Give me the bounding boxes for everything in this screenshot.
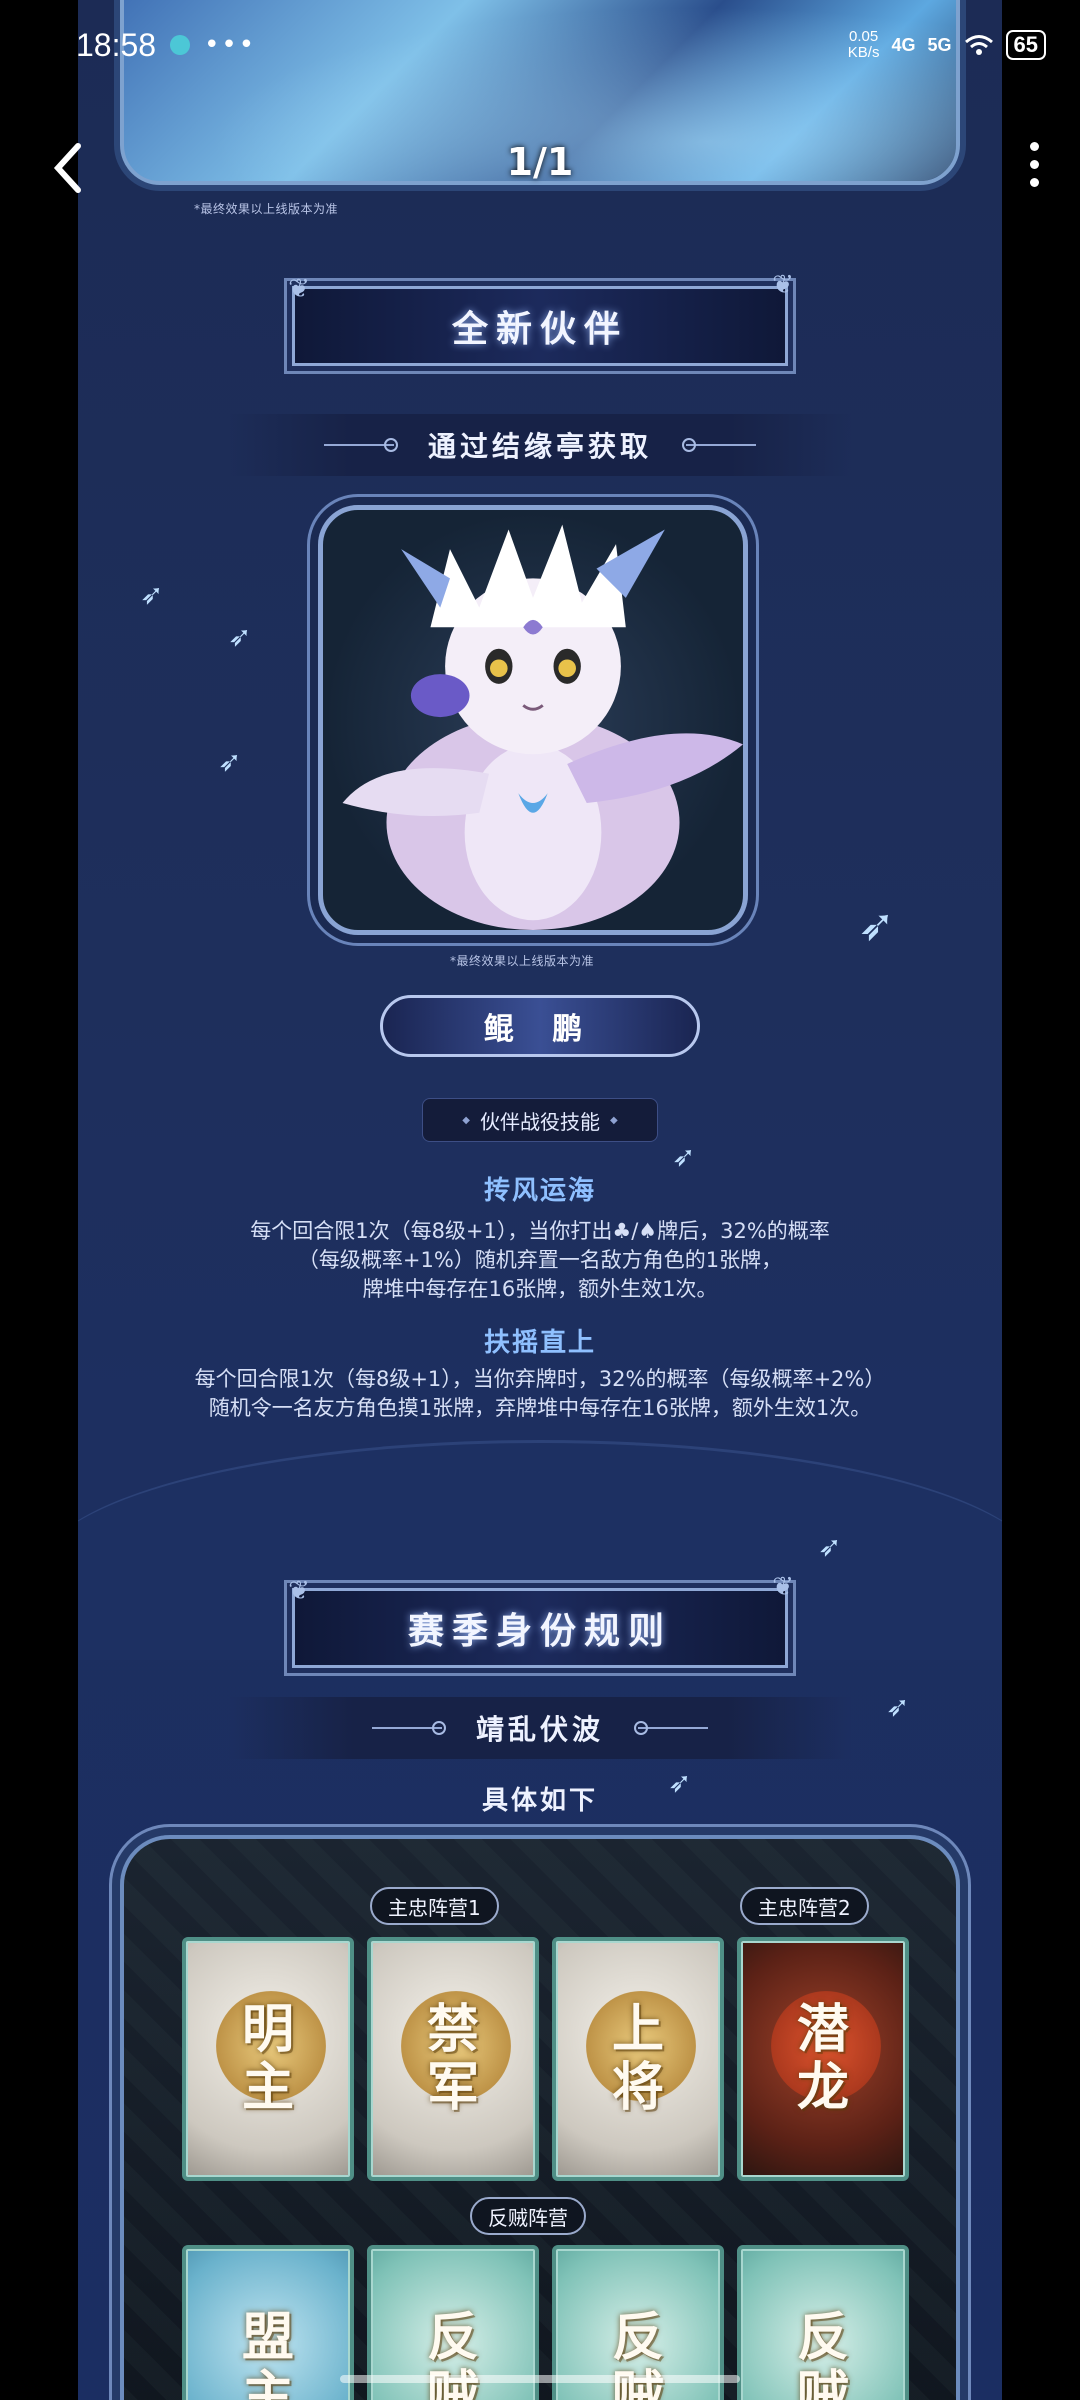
identity-card: 潜 龙: [737, 1937, 909, 2181]
wifi-icon: [964, 35, 993, 55]
butterfly-icon: ➶: [218, 745, 242, 778]
more-options-icon[interactable]: [1030, 142, 1040, 194]
network-speed: 0.05 KB/s: [847, 28, 880, 61]
butterfly-icon: ➶: [858, 900, 895, 951]
butterfly-icon: ➶: [228, 620, 252, 653]
app-notification-icon: [170, 35, 191, 55]
identity-board: 主忠阵营1 主忠阵营2 明 主 禁 军 上 将 潜 龙 反贼阵营 盟 主 反 反…: [120, 1835, 960, 2400]
image-viewer-toolbar: 1/1: [0, 130, 1080, 204]
flourish-icon: ❦: [772, 270, 794, 300]
skill-2-description: 每个回合限1次（每8级+1），当你弃牌时，32%的概率（每级概率+2%） 随机令…: [194, 1367, 886, 1420]
clock: 18:58: [76, 26, 157, 63]
identity-card: 上 将: [552, 1937, 724, 2181]
section-subtitle: 靖乱伏波: [475, 1713, 604, 1746]
skill-1-description: 每个回合限1次（每8级+1），当你打出♣/♠牌后，32%的概率 （每级概率+1%…: [250, 1219, 830, 1301]
group-label-loyal-2: 主忠阵营2: [740, 1887, 869, 1925]
section-subtitle: 通过结缘亭获取: [427, 430, 652, 463]
skill-1-name: 抟风运海: [483, 1176, 596, 1206]
identity-card: 明 主: [182, 1937, 354, 2181]
flourish-icon: ❦: [772, 1572, 794, 1602]
partner-name: 鲲 鹏: [483, 1012, 597, 1047]
intro-text: 具体如下: [481, 1786, 598, 1816]
status-right: 0.05 KB/s 4G 5G 65: [848, 29, 1046, 61]
section-title-plate: 赛季身份规则: [292, 1588, 788, 1668]
partner-portrait: [318, 505, 748, 935]
image-counter: 1/1: [506, 140, 574, 184]
section-subtitle-band: 通过结缘亭获取: [228, 414, 852, 476]
flourish-icon: ❦: [288, 274, 310, 304]
status-left: 18:58 •••: [76, 27, 256, 64]
group-label-loyal-1: 主忠阵营1: [370, 1887, 499, 1925]
butterfly-icon: ➶: [818, 1530, 842, 1563]
diamond-icon: ◆: [610, 1114, 618, 1126]
signal-5g-icon: 5G: [927, 34, 952, 55]
section-title: 赛季身份规则: [407, 1611, 672, 1652]
identity-card: 禁 军: [367, 1937, 539, 2181]
butterfly-icon: ➶: [668, 1766, 692, 1799]
butterfly-icon: ➶: [886, 1690, 910, 1723]
section-title-plate: 全新伙伴: [292, 286, 788, 366]
butterfly-icon: ➶: [672, 1140, 696, 1173]
skill-2-name: 扶摇直上: [483, 1328, 596, 1358]
more-notifications-icon: •••: [204, 30, 257, 60]
section-subtitle-band: 靖乱伏波: [228, 1697, 852, 1759]
group-label-rebel: 反贼阵营: [470, 2197, 586, 2235]
identity-card: 盟 主: [182, 2245, 354, 2400]
diamond-icon: ◆: [462, 1114, 470, 1126]
section-title: 全新伙伴: [451, 309, 628, 350]
identity-card: 反 贼: [737, 2245, 909, 2400]
battery-icon: 65: [1005, 30, 1046, 60]
home-indicator[interactable]: [340, 2375, 740, 2383]
signal-4g-icon: 4G: [891, 34, 916, 55]
flourish-icon: ❦: [288, 1576, 310, 1606]
status-bar: 18:58 ••• 0.05 KB/s 4G 5G 65: [0, 0, 1080, 90]
disclaimer-note: *最终效果以上线版本为准: [450, 954, 595, 968]
skill-tag: ◆ 伙伴战役技能 ◆: [422, 1098, 658, 1142]
butterfly-icon: ➶: [140, 578, 164, 611]
partner-name-plate: 鲲 鹏: [380, 995, 700, 1057]
kunpeng-creature-art: [342, 524, 743, 930]
promo-image: *最终效果以上线版本为准 全新伙伴 ❦ ❦ 通过结缘亭获取 *最终效果以上线版本…: [78, 0, 1002, 2400]
